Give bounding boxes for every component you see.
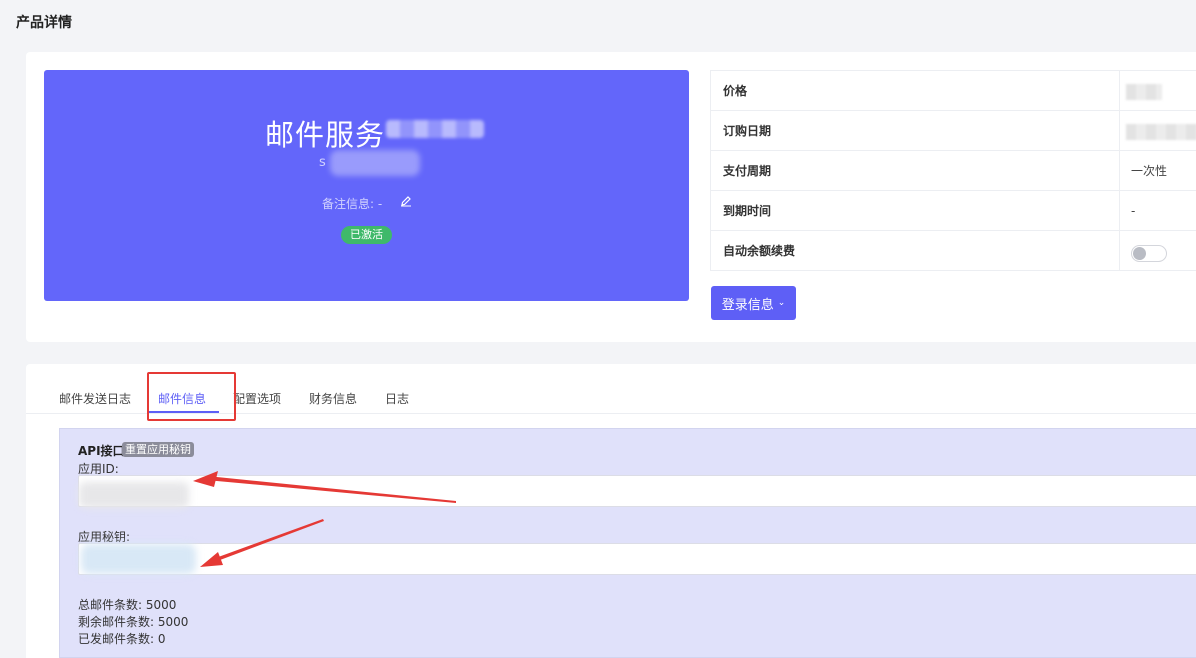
- login-info-button[interactable]: 登录信息 ⌄: [711, 286, 796, 320]
- stat-remaining: 剩余邮件条数: 5000: [78, 615, 189, 629]
- redacted-app-secret: [81, 544, 196, 574]
- tab-config-options[interactable]: 配置选项: [233, 390, 281, 407]
- info-label: 订购日期: [711, 111, 1120, 150]
- app-secret-field[interactable]: [78, 543, 1196, 575]
- detail-tabs-card: 邮件发送日志 邮件信息 配置选项 财务信息 日志 API接口 重置应用秘钥 应用…: [26, 364, 1196, 658]
- product-info-table: 价格 订购日期 支付周期 一次性 到期时间 - 自动余额续费: [710, 70, 1196, 271]
- info-value: [1120, 71, 1196, 110]
- reset-secret-button[interactable]: 重置应用秘钥: [122, 442, 194, 457]
- stat-total: 总邮件条数: 5000: [78, 598, 177, 612]
- tab-bar: 邮件发送日志 邮件信息 配置选项 财务信息 日志: [26, 364, 1196, 421]
- info-value: 一次性: [1131, 164, 1168, 178]
- info-value: -: [1131, 204, 1136, 218]
- redacted-subtitle: [330, 150, 420, 176]
- info-label: 到期时间: [711, 191, 1120, 230]
- info-row-auto-renew: 自动余额续费: [710, 231, 1196, 271]
- redacted-value: [1126, 84, 1162, 100]
- app-id-field[interactable]: [78, 475, 1196, 508]
- chevron-down-icon: ⌄: [777, 298, 786, 308]
- annotation-highlight-box: [147, 372, 236, 421]
- info-row-expiry: 到期时间 -: [710, 191, 1196, 231]
- product-hero: 邮件服务 s 备注信息: - 已激活: [44, 70, 689, 301]
- status-badge: 已激活: [341, 226, 392, 244]
- redacted-value: [1126, 124, 1196, 140]
- tab-logs[interactable]: 日志: [385, 390, 409, 407]
- info-label: 支付周期: [711, 151, 1120, 190]
- pencil-icon[interactable]: [400, 195, 412, 207]
- auto-renew-toggle[interactable]: [1131, 245, 1167, 262]
- info-row-billing-cycle: 支付周期 一次性: [710, 151, 1196, 191]
- tab-finance-info[interactable]: 财务信息: [309, 390, 357, 407]
- info-value: [1120, 231, 1196, 270]
- info-row-price: 价格: [710, 71, 1196, 111]
- product-subtitle: s: [319, 155, 326, 170]
- api-panel: API接口 重置应用秘钥 应用ID: 应用秘钥: 总邮件条数: 5000 剩余邮…: [59, 428, 1196, 658]
- info-label: 自动余额续费: [711, 231, 1120, 270]
- login-info-label: 登录信息: [721, 297, 774, 313]
- redacted-app-id: [79, 482, 189, 508]
- api-title: API接口: [78, 444, 125, 458]
- redacted-name-suffix: [386, 120, 484, 138]
- remark-label: 备注信息: -: [322, 197, 383, 211]
- info-value: [1120, 111, 1196, 150]
- toggle-knob: [1133, 247, 1146, 260]
- tab-send-log[interactable]: 邮件发送日志: [59, 390, 131, 407]
- product-summary-card: 邮件服务 s 备注信息: - 已激活 价格 订购日期 支付周期 一次性 到期时间…: [26, 52, 1196, 342]
- info-row-order-date: 订购日期: [710, 111, 1196, 151]
- stat-sent: 已发邮件条数: 0: [78, 632, 166, 646]
- info-label: 价格: [711, 71, 1120, 110]
- page-title: 产品详情: [16, 15, 72, 31]
- product-name: 邮件服务: [265, 118, 386, 152]
